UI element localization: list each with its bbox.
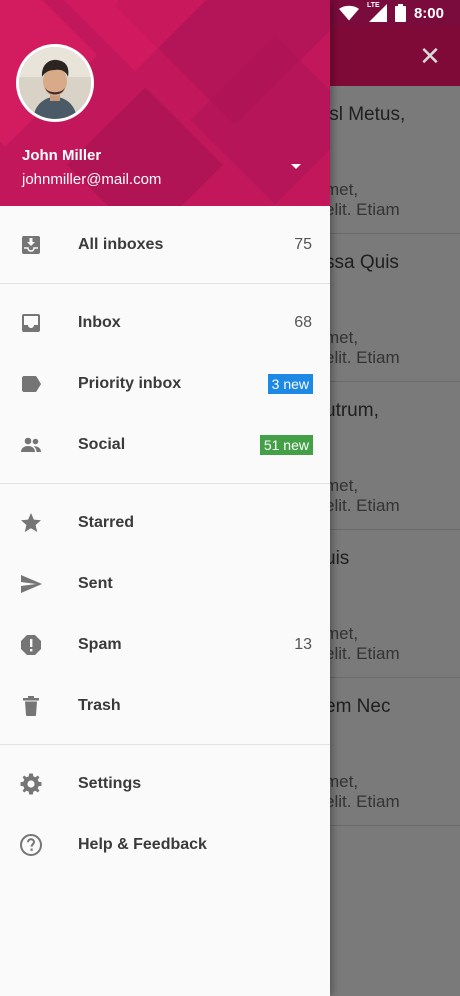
message-title: isl Metus,	[325, 104, 406, 125]
menu-group: All inboxes 75	[0, 206, 330, 284]
menu-group: Starred Sent Spam 13 Trash	[0, 484, 330, 745]
report-icon	[18, 632, 44, 658]
menu-item-label: Help & Feedback	[78, 835, 207, 853]
message-preview: elit. Etiam	[325, 792, 400, 811]
menu-item-label: Sent	[78, 574, 113, 592]
menu-item-label: All inboxes	[78, 235, 164, 253]
message-title: em Nec	[325, 696, 391, 717]
menu-item-label: Starred	[78, 513, 135, 531]
user-name: John Miller	[22, 147, 102, 164]
menu-item-settings[interactable]: Settings	[0, 753, 330, 814]
menu-item-sent[interactable]: Sent	[0, 553, 330, 614]
navigation-drawer: John Miller johnmiller@mail.com All inbo…	[0, 0, 330, 996]
gear-icon	[18, 771, 44, 797]
unread-count: 13	[294, 635, 312, 653]
menu-item-label: Trash	[78, 696, 121, 714]
menu-group: Inbox 68 Priority inbox 3 new Social 51 new	[0, 284, 330, 484]
message-preview: elit. Etiam	[325, 200, 400, 219]
inbox-icon	[18, 310, 44, 336]
cell-signal-icon: LTE	[367, 2, 387, 22]
menu-item-help-feedback[interactable]: Help & Feedback	[0, 814, 330, 875]
menu-item-priority-inbox[interactable]: Priority inbox 3 new	[0, 353, 330, 414]
trash-icon	[18, 693, 44, 719]
menu-item-spam[interactable]: Spam 13	[0, 614, 330, 675]
unread-count: 75	[294, 235, 312, 253]
message-title: ssa Quis	[325, 252, 399, 273]
menu-item-label: Social	[78, 435, 126, 453]
wifi-icon	[338, 5, 359, 21]
avatar-photo	[19, 47, 91, 119]
status-time: 8:00	[413, 4, 444, 22]
message-preview: elit. Etiam	[325, 348, 400, 367]
people-icon	[18, 432, 44, 458]
message-title: utrum,	[325, 400, 379, 421]
menu-item-label: Priority inbox	[78, 374, 182, 392]
menu-item-label: Inbox	[78, 313, 121, 331]
unread-count: 68	[294, 313, 312, 331]
new-count-badge: 3 new	[267, 373, 313, 394]
drawer-menu: All inboxes 75 Inbox 68 Priority inbox 3 new S…	[0, 206, 330, 883]
message-preview: elit. Etiam	[325, 644, 400, 663]
close-icon[interactable]: ✕	[414, 40, 446, 72]
send-icon	[18, 571, 44, 597]
menu-item-trash[interactable]: Trash	[0, 675, 330, 736]
menu-item-label: Settings	[78, 774, 142, 792]
user-email: johnmiller@mail.com	[22, 171, 162, 188]
help-icon	[18, 832, 44, 858]
avatar[interactable]	[16, 44, 94, 122]
dropdown-arrow-icon[interactable]	[288, 160, 304, 172]
menu-item-inbox[interactable]: Inbox 68	[0, 292, 330, 353]
drawer-header: John Miller johnmiller@mail.com	[0, 0, 330, 206]
battery-icon	[394, 4, 406, 22]
menu-item-starred[interactable]: Starred	[0, 492, 330, 553]
label-icon	[18, 371, 44, 397]
menu-group: Settings Help & Feedback	[0, 745, 330, 883]
menu-item-social[interactable]: Social 51 new	[0, 414, 330, 475]
star-icon	[18, 510, 44, 536]
message-preview: elit. Etiam	[325, 496, 400, 515]
menu-item-all-inboxes[interactable]: All inboxes 75	[0, 214, 330, 275]
status-icons: LTE 8:00	[338, 2, 444, 24]
new-count-badge: 51 new	[259, 434, 313, 455]
menu-item-label: Spam	[78, 635, 122, 653]
move-to-inbox-icon	[18, 232, 44, 258]
